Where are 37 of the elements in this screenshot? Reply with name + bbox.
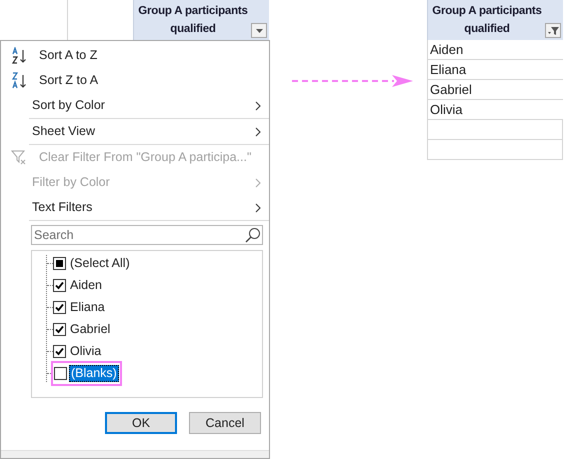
list-item[interactable]: (Select All): [68, 255, 132, 272]
chevron-right-icon: [255, 100, 261, 110]
list-item[interactable]: Aiden: [68, 277, 104, 294]
menu-item[interactable]: Sort A to Z: [1, 43, 269, 68]
list-item[interactable]: (Blanks): [69, 365, 119, 382]
caret-icon: [256, 28, 262, 32]
table-cell: Olivia: [427, 100, 563, 120]
filter-dropdown-button[interactable]: [251, 23, 267, 38]
checkbox[interactable]: [53, 301, 66, 314]
menu-item[interactable]: Sort Z to A: [1, 68, 269, 93]
table-cell: Aiden: [427, 40, 563, 60]
search-icon: [245, 227, 261, 243]
ok-button[interactable]: OK: [105, 412, 177, 434]
list-item[interactable]: Olivia: [68, 343, 104, 360]
chevron-right-icon: [255, 126, 261, 136]
chevron-right-icon: [255, 202, 261, 212]
menu-item[interactable]: Sheet View: [1, 119, 269, 144]
funnel-icon: [548, 26, 558, 36]
checkbox[interactable]: [53, 323, 66, 336]
checkbox[interactable]: [53, 345, 66, 358]
checkbox[interactable]: [54, 367, 67, 380]
list-item[interactable]: Gabriel: [68, 321, 112, 338]
menu-item[interactable]: Text Filters: [1, 195, 269, 220]
filter-applied-button[interactable]: [545, 23, 561, 38]
table-cell: Eliana: [427, 60, 563, 80]
sort-ascending-icon: [11, 46, 29, 64]
header-text: Group A participants qualified: [137, 4, 249, 37]
search-field[interactable]: Search: [31, 225, 263, 245]
menu-item[interactable]: Sort by Color: [1, 93, 269, 118]
table-cell: Gabriel: [427, 80, 563, 100]
checkbox[interactable]: [53, 257, 66, 270]
list-item[interactable]: Eliana: [68, 299, 107, 316]
cancel-button[interactable]: Cancel: [189, 412, 261, 434]
checkbox[interactable]: [53, 279, 66, 292]
sort-descending-icon: [11, 72, 29, 90]
chevron-right-icon: [255, 178, 261, 188]
header-text: Group A participants qualified: [431, 4, 543, 37]
